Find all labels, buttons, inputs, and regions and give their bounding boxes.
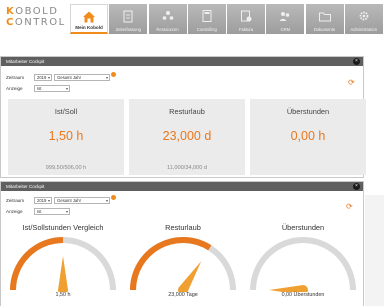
- gauge-fill: [10, 237, 64, 291]
- gauge-title: Ist/Sollstunden Vergleich: [22, 223, 104, 232]
- anzeige-row: Anzeige Ist ▾: [6, 84, 72, 92]
- gauge-value: 23,000 Tage: [168, 292, 198, 298]
- logo-line-2: CONTROL: [6, 17, 66, 28]
- gauge-needle: [178, 261, 202, 292]
- refresh-icon[interactable]: ⟳: [348, 78, 355, 87]
- zeitraum-label: Zeitraum: [6, 197, 25, 203]
- nav-item-administration[interactable]: Administration: [344, 4, 383, 34]
- nav-item-crm[interactable]: CRM: [266, 4, 305, 34]
- zeitraum-label: Zeitraum: [6, 74, 25, 80]
- period-value: Gesamt Jahr: [57, 74, 81, 80]
- folder-icon: [318, 12, 331, 22]
- card-subvalue: 999,50/506,00 h: [45, 165, 87, 171]
- anzeige-select[interactable]: Ist ▾: [34, 207, 70, 215]
- calculator-icon: [202, 10, 212, 22]
- anzeige-label: Anzeige: [6, 208, 23, 214]
- nav-label: Mein Kobold: [75, 25, 103, 30]
- people-icon: [162, 11, 173, 20]
- card-title: Überstunden: [286, 107, 330, 116]
- period-select[interactable]: Gesamt Jahr ▾: [54, 73, 110, 81]
- zeitraum-row: Zeitraum 2019 ▾ Gesamt Jahr ▾: [6, 71, 116, 81]
- nav-item-faktura[interactable]: Faktura: [227, 4, 266, 34]
- gauge-needle: [269, 285, 308, 292]
- anzeige-value: Ist: [37, 208, 42, 214]
- gauge-value: 0,00 Überstunden: [281, 292, 325, 298]
- info-icon[interactable]: [111, 194, 116, 200]
- year-value: 2019: [37, 74, 47, 80]
- nav-label: Administration: [350, 27, 378, 32]
- nav-item-ressourcen[interactable]: Ressourcen: [148, 4, 187, 34]
- gauge-value: 1,50 h: [55, 292, 71, 298]
- zeitraum-row: Zeitraum 2019 ▾ Gesamt Jahr ▾: [6, 194, 116, 204]
- nav-label: CRM: [280, 27, 291, 32]
- gauge-resturlaub: [130, 237, 236, 292]
- close-icon[interactable]: ×: [353, 58, 360, 65]
- chevron-down-icon: ▾: [47, 197, 50, 203]
- main-navigation: Mein Kobold Zeiterfassung Ressourcen Con…: [70, 4, 384, 34]
- kpi-card-ueberstunden: Überstunden 0,00 h: [250, 99, 366, 175]
- nav-label: Controlling: [196, 27, 217, 32]
- year-select[interactable]: 2019 ▾: [34, 73, 52, 81]
- gear-icon: [359, 11, 369, 21]
- chevron-down-icon: ▾: [105, 74, 108, 80]
- card-subvalue: 11,000/34,000 d: [166, 165, 208, 171]
- gauge-ueberstunden: [250, 237, 356, 292]
- nav-item-mein-kobold[interactable]: Mein Kobold: [70, 4, 109, 34]
- info-icon[interactable]: [111, 71, 116, 77]
- nav-item-dokumente[interactable]: Dokumente: [305, 4, 344, 34]
- clipboard-icon: [123, 10, 133, 23]
- nav-item-zeiterfassung[interactable]: Zeiterfassung: [109, 4, 148, 34]
- chevron-down-icon: ▾: [105, 197, 108, 203]
- nav-label: Ressourcen: [156, 27, 179, 32]
- chevron-down-icon: ▾: [47, 74, 50, 80]
- anzeige-value: Ist: [37, 85, 42, 91]
- anzeige-select[interactable]: Ist ▾: [34, 84, 70, 92]
- cockpit-panel-gauges: Mitarbeiter Cockpit × Zeitraum 2019 ▾ Ges…: [0, 181, 364, 306]
- year-value: 2019: [37, 197, 47, 203]
- nav-label: Dokumente: [313, 27, 336, 32]
- kpi-card-resturlaub: Resturlaub 23,000 d 11,000/34,000 d: [129, 99, 245, 175]
- card-value: 23,000 d: [162, 129, 212, 143]
- nav-item-controlling[interactable]: Controlling: [187, 4, 226, 34]
- cockpit-panel-kpi: Mitarbeiter Cockpit × Zeitraum 2019 ▾ Ges…: [0, 56, 366, 178]
- period-select[interactable]: Gesamt Jahr ▾: [54, 196, 110, 204]
- period-value: Gesamt Jahr: [57, 197, 81, 203]
- anzeige-label: Anzeige: [6, 85, 23, 91]
- chevron-down-icon: ▾: [65, 208, 68, 214]
- year-select[interactable]: 2019 ▾: [34, 196, 52, 204]
- gauge-ist-soll: [10, 237, 116, 292]
- panel-title: Mitarbeiter Cockpit: [6, 59, 45, 64]
- panel-header: Mitarbeiter Cockpit ×: [1, 57, 363, 66]
- nav-label: Zeiterfassung: [115, 27, 141, 32]
- panel-title: Mitarbeiter Cockpit: [6, 184, 45, 189]
- gauge-needle: [58, 256, 68, 292]
- logo-line-1: KOBOLD: [6, 6, 59, 17]
- side-scroll-area[interactable]: [365, 195, 384, 306]
- refresh-icon[interactable]: ⟳: [346, 202, 353, 211]
- close-icon[interactable]: ×: [353, 183, 360, 190]
- house-icon: [83, 11, 96, 23]
- card-title: Resturlaub: [169, 107, 205, 116]
- card-title: Ist/Soll: [54, 107, 78, 116]
- contacts-icon: [279, 12, 290, 21]
- nav-label: Faktura: [238, 27, 254, 32]
- card-value: 0,00 h: [290, 129, 326, 143]
- chevron-down-icon: ▾: [65, 85, 68, 91]
- kpi-card-ist-soll: Ist/Soll 1,50 h 999,50/506,00 h: [8, 99, 124, 175]
- kobold-control-logo[interactable]: KOBOLD CONTROL: [6, 6, 64, 36]
- gauge-track: [250, 237, 356, 291]
- panel-header: Mitarbeiter Cockpit ×: [1, 182, 363, 191]
- gauge-title: Resturlaub: [165, 223, 201, 232]
- gauge-title: Überstunden: [281, 223, 325, 232]
- invoice-icon: [241, 10, 252, 22]
- anzeige-row: Anzeige Ist ▾: [6, 207, 72, 215]
- card-value: 1,50 h: [48, 129, 84, 143]
